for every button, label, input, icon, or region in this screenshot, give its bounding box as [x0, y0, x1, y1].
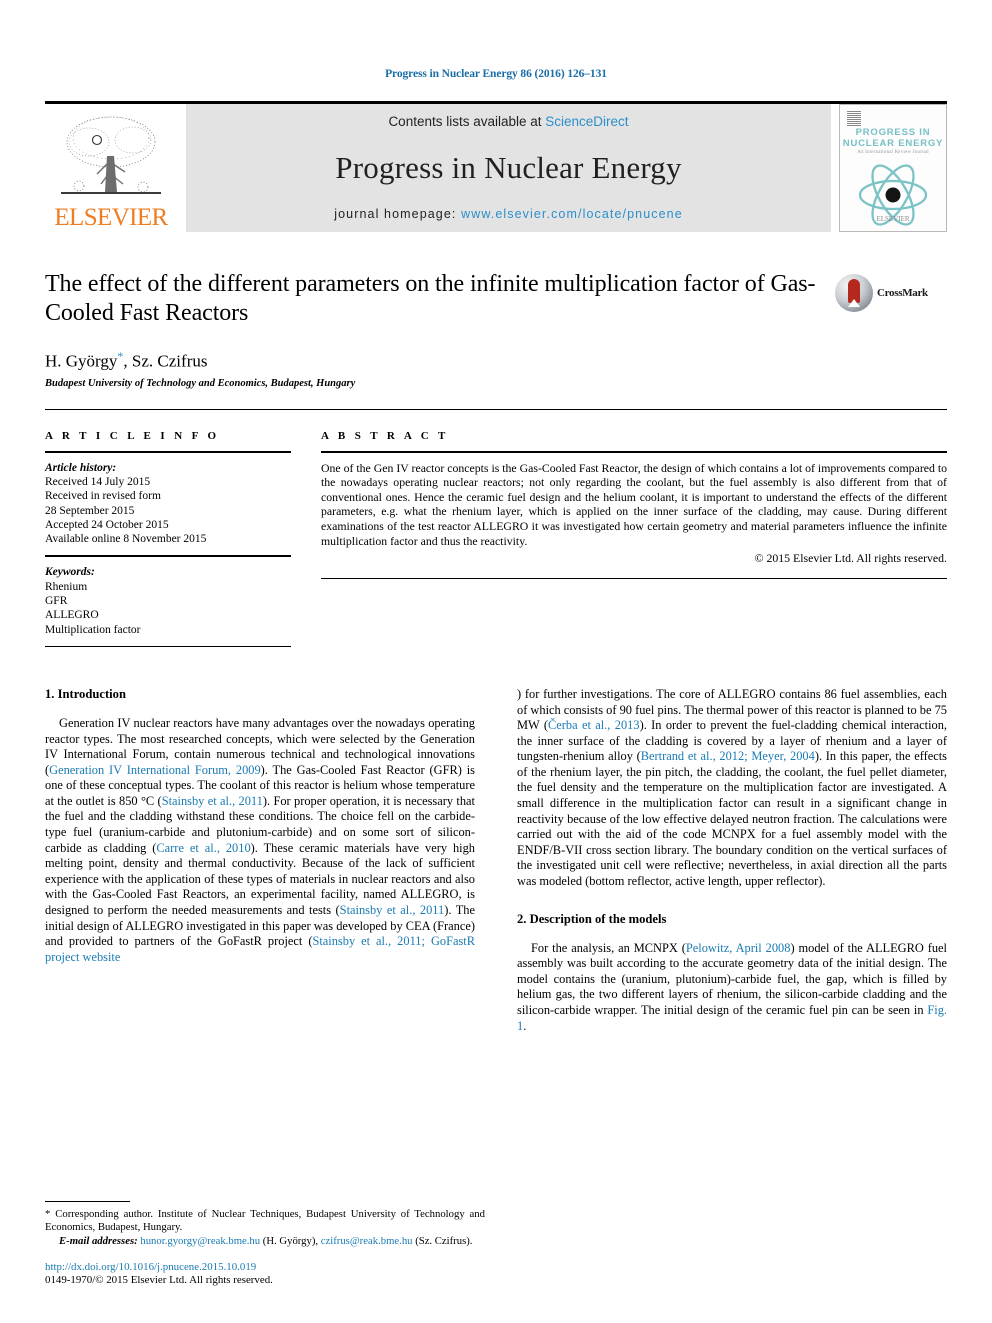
journal-article-page: Progress in Nuclear Energy 86 (2016) 126…	[0, 0, 992, 1323]
crossmark-badge[interactable]: CrossMark	[835, 272, 947, 314]
keyword-item: ALLEGRO	[45, 609, 99, 622]
abstract-column: A B S T R A C T One of the Gen IV reacto…	[321, 430, 947, 647]
models-paragraph: For the analysis, an MCNPX (Pelowitz, Ap…	[517, 941, 947, 1035]
elsevier-wordmark: ELSEVIER	[54, 204, 168, 231]
journal-homepage-link[interactable]: www.elsevier.com/locate/pnucene	[461, 207, 683, 221]
article-history-item: 28 September 2015	[45, 504, 135, 517]
article-info-column: A R T I C L E I N F O Article history: R…	[45, 430, 291, 647]
masthead-center-band: Contents lists available at ScienceDirec…	[186, 104, 831, 232]
contents-lists-line: Contents lists available at ScienceDirec…	[388, 114, 628, 129]
journal-cover-thumbnail: PROGRESS IN NUCLEAR ENERGY An Internatio…	[839, 104, 947, 232]
article-history-item: Received 14 July 2015	[45, 475, 151, 488]
citation-link[interactable]: Stainsby et al., 2011	[162, 794, 263, 808]
article-info-bottom-rule	[45, 645, 291, 647]
abstract-heading: A B S T R A C T	[321, 429, 449, 442]
intro-paragraph-continued: ) for further investigations. The core o…	[517, 687, 947, 890]
cover-journal-title: PROGRESS IN NUCLEAR ENERGY	[842, 127, 944, 149]
author-affiliation: Budapest University of Technology and Ec…	[45, 377, 356, 389]
doi-block: http://dx.doi.org/10.1016/j.pnucene.2015…	[45, 1261, 485, 1288]
title-divider	[45, 408, 947, 410]
footnote-area: * Corresponding author. Institute of Nuc…	[45, 1201, 485, 1288]
article-history-label: Article history:	[45, 461, 117, 474]
abstract-text: One of the Gen IV reactor concepts is th…	[321, 460, 948, 548]
section-heading-introduction: 1. Introduction	[45, 686, 126, 701]
elsevier-tree-icon	[59, 112, 163, 204]
page-title: The effect of the different parameters o…	[45, 271, 816, 326]
keyword-item: GFR	[45, 595, 68, 608]
citation-link[interactable]: Bertrand et al., 2012; Meyer, 2004	[641, 749, 815, 763]
email-note: E-mail addresses: hunor.gyorgy@reak.bme.…	[45, 1235, 485, 1248]
abstract-rule	[321, 450, 947, 453]
citation-link[interactable]: Čerba et al., 2013	[548, 718, 640, 732]
elsevier-logo: ELSEVIER	[45, 104, 178, 232]
intro-paragraph: Generation IV nuclear reactors have many…	[45, 716, 475, 966]
author-first: H. György	[45, 351, 118, 371]
cover-elsevier-mark-icon	[847, 110, 861, 126]
body-column-left: 1. Introduction Generation IV nuclear re…	[45, 687, 475, 1034]
cover-footer-logo: ELSEVIER	[876, 215, 910, 223]
journal-homepage-label: journal homepage:	[334, 207, 462, 221]
crossmark-label: CrossMark	[877, 287, 928, 299]
keywords-label: Keywords:	[45, 566, 95, 579]
email-addresses-label: E-mail addresses:	[59, 1234, 138, 1247]
footnote-text: Corresponding author. Institute of Nucle…	[45, 1208, 485, 1234]
crossmark-logo-icon	[835, 274, 873, 312]
keywords-rule	[45, 555, 291, 558]
body-column-right: ) for further investigations. The core o…	[517, 687, 947, 1034]
email-name-1: (H. György),	[260, 1234, 321, 1247]
keyword-item: Multiplication factor	[45, 623, 141, 636]
intro-text-h: ). In this paper, the effects of the rhe…	[517, 749, 947, 889]
corresponding-author-note: * Corresponding author. Institute of Nuc…	[45, 1208, 485, 1234]
email-link-1[interactable]: hunor.gyorgy@reak.bme.hu	[140, 1235, 260, 1247]
citation-link[interactable]: Pelowitz, April 2008	[686, 941, 791, 955]
keyword-item: Rhenium	[45, 580, 88, 593]
body-columns: 1. Introduction Generation IV nuclear re…	[45, 687, 947, 1034]
email-link-2[interactable]: czifrus@reak.bme.hu	[321, 1235, 413, 1247]
info-abstract-row: A R T I C L E I N F O Article history: R…	[45, 430, 947, 647]
citation-link[interactable]: Stainsby et al., 2011	[340, 903, 445, 917]
article-history-item: Accepted 24 October 2015	[45, 518, 169, 531]
journal-masthead: ELSEVIER Contents lists available at Sci…	[45, 101, 947, 232]
issn-copyright-line: 0149-1970/© 2015 Elsevier Ltd. All right…	[45, 1274, 273, 1287]
abstract-copyright: © 2015 Elsevier Ltd. All rights reserved…	[754, 551, 947, 566]
author-rest: , Sz. Czifrus	[123, 351, 208, 371]
section-heading-description-of-models: 2. Description of the models	[517, 911, 667, 926]
article-title-block: The effect of the different parameters o…	[45, 270, 947, 389]
running-head: Progress in Nuclear Energy 86 (2016) 126…	[385, 68, 607, 80]
journal-homepage-line: journal homepage: www.elsevier.com/locat…	[334, 207, 683, 221]
article-history-item: Available online 8 November 2015	[45, 533, 207, 546]
citation-link[interactable]: Generation IV International Forum, 2009	[49, 763, 261, 777]
article-info-heading: A R T I C L E I N F O	[45, 429, 220, 442]
abstract-bottom-rule	[321, 577, 947, 579]
article-info-rule	[45, 450, 291, 453]
author-list: H. György*, Sz. Czifrus	[45, 349, 827, 372]
sciencedirect-link[interactable]: ScienceDirect	[545, 114, 628, 129]
contents-lists-prefix: Contents lists available at	[388, 114, 546, 129]
footnote-divider	[45, 1201, 130, 1203]
doi-link[interactable]: http://dx.doi.org/10.1016/j.pnucene.2015…	[45, 1261, 485, 1275]
article-history-item: Received in revised form	[45, 490, 161, 503]
email-name-2: (Sz. Czifrus).	[412, 1234, 473, 1247]
journal-title: Progress in Nuclear Energy	[335, 150, 682, 185]
citation-link[interactable]: Carre et al., 2010	[156, 841, 250, 855]
models-text-c: .	[523, 1018, 527, 1033]
models-text-a: For the analysis, an MCNPX (	[531, 940, 686, 955]
